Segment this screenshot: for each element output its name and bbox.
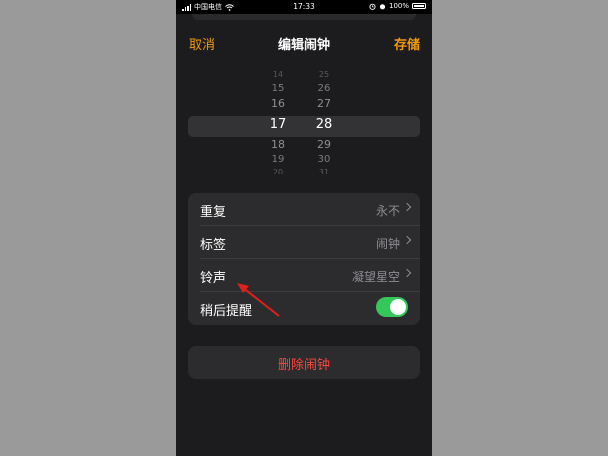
battery-icon <box>412 3 426 9</box>
hour-option[interactable]: 15 <box>258 83 298 94</box>
minute-option[interactable]: 30 <box>304 154 344 165</box>
hour-option[interactable]: 20 <box>258 168 298 174</box>
hour-option[interactable]: 19 <box>258 154 298 165</box>
snooze-toggle[interactable] <box>376 297 408 317</box>
minute-option[interactable]: 25 <box>304 70 344 79</box>
snooze-row: 稍后提醒 <box>188 292 420 325</box>
save-button[interactable]: 存储 <box>394 34 420 53</box>
hour-option[interactable]: 14 <box>258 70 298 79</box>
delete-alarm-button[interactable]: 删除闹钟 <box>188 346 420 379</box>
alarm-clock-icon <box>379 3 386 9</box>
minute-option[interactable]: 29 <box>304 138 344 151</box>
settings-group: 重复 永不 标签 闹钟 铃声 凝望星空 稍后提醒 <box>188 193 420 325</box>
alarm-icon <box>369 3 376 10</box>
time-picker[interactable]: 14 15 16 17 18 19 20 25 26 27 28 29 30 3… <box>176 70 432 180</box>
row-value: 凝望星空 <box>351 270 400 284</box>
hour-option[interactable]: 16 <box>258 97 298 110</box>
chevron-right-icon <box>402 268 412 278</box>
repeat-row[interactable]: 重复 永不 <box>188 193 420 226</box>
delete-alarm-label: 删除闹钟 <box>277 358 330 373</box>
annotation-arrow-icon <box>237 283 280 317</box>
row-value: 闹钟 <box>375 237 400 251</box>
row-label: 重复 <box>200 205 227 220</box>
nav-bar: 取消 编辑闹钟 存储 <box>176 24 432 60</box>
battery-percent: 100% <box>388 2 409 10</box>
row-label: 标签 <box>200 238 227 253</box>
minute-option[interactable]: 31 <box>304 168 344 174</box>
minute-option[interactable]: 26 <box>304 83 344 94</box>
sheet-edge <box>192 14 416 20</box>
hour-option-selected[interactable]: 17 <box>258 117 298 132</box>
phone-screen: 中国电信 17:33 100% 取消 编辑闹钟 存储 14 15 16 17 1… <box>176 0 432 456</box>
status-right: 100% <box>369 2 426 10</box>
row-value: 永不 <box>375 204 400 218</box>
chevron-right-icon <box>402 202 412 212</box>
status-bar: 中国电信 17:33 100% <box>176 0 432 14</box>
hour-option[interactable]: 18 <box>258 138 298 151</box>
chevron-right-icon <box>402 235 412 245</box>
sound-row[interactable]: 铃声 凝望星空 <box>188 259 420 292</box>
row-label: 铃声 <box>200 271 227 286</box>
minute-option-selected[interactable]: 28 <box>304 117 344 132</box>
label-row[interactable]: 标签 闹钟 <box>188 226 420 259</box>
toggle-knob <box>390 299 406 315</box>
minute-option[interactable]: 27 <box>304 97 344 110</box>
